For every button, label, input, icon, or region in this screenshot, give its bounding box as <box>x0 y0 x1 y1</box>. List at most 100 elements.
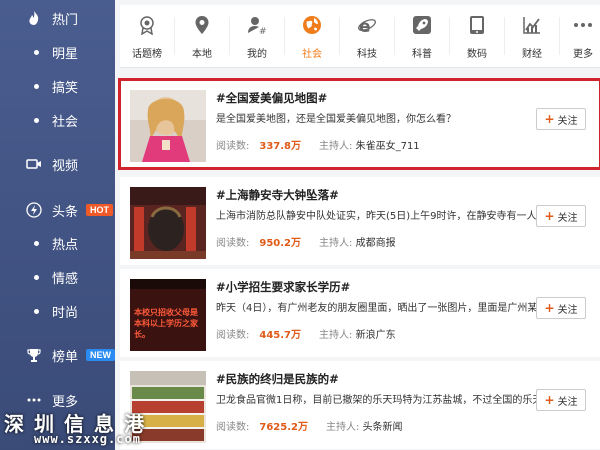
topic-description: 昨天（4日），有广州老友的朋友圈里面，晒出了一张图片，里面是广州某... <box>216 303 546 314</box>
video-icon <box>26 156 42 172</box>
tab-digital[interactable]: 数码 <box>450 5 504 67</box>
new-badge: NEW <box>86 349 115 361</box>
tab-label: 社会 <box>302 49 322 60</box>
tab-topics[interactable]: 话题榜 <box>120 5 174 67</box>
more-dots-icon <box>574 23 592 27</box>
sidebar-item-society[interactable]: 社会 <box>0 105 115 135</box>
sidebar-item-hot[interactable]: 热门 <box>0 3 115 33</box>
topic-description: 卫龙食品官微1日称，目前已撤架的乐天玛特为江苏盐城，不过全国的乐天... <box>216 395 546 406</box>
sidebar-item-video[interactable]: 视频 <box>0 149 115 179</box>
bullet-icon <box>34 118 39 123</box>
bullet-icon <box>34 275 39 280</box>
follow-button[interactable]: + 关注 <box>536 205 586 227</box>
topic-description: 上海市消防总队静安中队处证实，昨天(5日)上午9时许，在静安寺有一人... <box>216 211 546 222</box>
chart-icon <box>523 17 540 34</box>
host-label: 主持人: <box>319 141 353 152</box>
topic-title[interactable]: #全国爱美偏见地图# <box>216 90 327 106</box>
tab-mine[interactable]: # 我的 <box>230 5 284 67</box>
tab-label: 我的 <box>247 49 267 60</box>
read-count: 7625.2万 <box>259 422 308 433</box>
follow-label: 关注 <box>557 212 578 224</box>
medal-icon <box>140 16 154 35</box>
host-name[interactable]: 头条新闻 <box>363 422 403 433</box>
sidebar: 热门 明星 搞笑 社会 视频 头条 HOT 热点 情感 时尚 榜单 NEW 更多 <box>0 0 115 450</box>
read-count: 445.7万 <box>259 330 302 341</box>
plus-icon: + <box>544 209 555 223</box>
tab-finance[interactable]: 财经 <box>505 5 559 67</box>
sidebar-item-trending[interactable]: 热点 <box>0 228 115 258</box>
reads-label: 阅读数: <box>216 141 250 152</box>
follow-button[interactable]: + 关注 <box>536 108 586 130</box>
ie-icon: e <box>358 17 376 35</box>
topic-card[interactable]: #民族的终归是民族的# 卫龙食品官微1日称，目前已撤架的乐天玛特为江苏盐城，不过… <box>120 361 600 449</box>
reads-label: 阅读数: <box>216 238 250 249</box>
topic-card[interactable]: #上海静安寺大钟坠落# 上海市消防总队静安中队处证实，昨天(5日)上午9时许，在… <box>120 177 600 265</box>
follow-button[interactable]: + 关注 <box>536 297 586 319</box>
host-label: 主持人: <box>319 238 353 249</box>
tab-label: 科普 <box>412 49 432 60</box>
tab-label: 财经 <box>522 49 542 60</box>
plus-icon: + <box>544 112 555 126</box>
topic-thumbnail <box>130 187 206 259</box>
host-name[interactable]: 朱雀巫女_711 <box>356 141 420 152</box>
tab-science[interactable]: 科普 <box>395 5 449 67</box>
bullet-icon <box>34 309 39 314</box>
svg-text:#: # <box>259 27 267 35</box>
sidebar-item-label: 热点 <box>52 237 79 253</box>
sidebar-item-label: 视频 <box>52 158 79 174</box>
tab-technology[interactable]: e 科技 <box>340 5 394 67</box>
tab-label: 话题榜 <box>132 49 162 60</box>
topic-card[interactable]: #全国爱美偏见地图# 是全国爱美地图，还是全国爱美偏见地图，你怎么看？ 阅读数:… <box>118 78 600 170</box>
host-name[interactable]: 新浪广东 <box>356 330 396 341</box>
read-count: 337.8万 <box>259 141 302 152</box>
watermark-url: www.szxxg.com <box>34 432 141 446</box>
follow-label: 关注 <box>557 115 578 127</box>
topic-title[interactable]: #小学招生要求家长学历# <box>216 279 350 295</box>
tab-local[interactable]: 本地 <box>175 5 229 67</box>
trophy-icon <box>26 347 42 363</box>
user-hashtag-icon: # <box>248 17 267 35</box>
host-label: 主持人: <box>319 330 353 341</box>
plus-icon: + <box>544 393 555 407</box>
sidebar-item-label: 热门 <box>52 12 79 28</box>
read-count: 950.2万 <box>259 238 302 249</box>
topic-meta: 阅读数: 950.2万 主持人: 成都商报 <box>216 234 396 249</box>
topic-description: 是全国爱美地图，还是全国爱美偏见地图，你怎么看？ <box>216 114 456 125</box>
thumbnail-caption: 本校只招收父母是本科以上学历之家长。 <box>134 308 198 339</box>
host-name[interactable]: 成都商报 <box>356 238 396 249</box>
category-nav: 话题榜 本地 # 我的 社会 e 科技 科普 数码 财经 更多 <box>120 5 600 68</box>
sidebar-item-rankings[interactable]: 榜单 NEW <box>0 340 115 370</box>
sidebar-item-label: 榜单 <box>52 349 79 365</box>
sidebar-item-funny[interactable]: 搞笑 <box>0 71 115 101</box>
sidebar-item-label: 搞笑 <box>52 80 79 96</box>
sidebar-item-label: 头条 <box>52 204 79 220</box>
sidebar-item-label: 明星 <box>52 46 79 62</box>
sidebar-item-headlines[interactable]: 头条 HOT <box>0 195 115 225</box>
tab-more[interactable]: 更多 <box>556 5 600 67</box>
bullet-icon <box>34 84 39 89</box>
sidebar-item-stars[interactable]: 明星 <box>0 37 115 67</box>
sidebar-item-label: 情感 <box>52 271 79 287</box>
plus-icon: + <box>544 301 555 315</box>
topic-thumbnail <box>130 90 206 162</box>
tab-label: 本地 <box>192 49 212 60</box>
follow-label: 关注 <box>557 396 578 408</box>
tab-label: 科技 <box>357 49 377 60</box>
bullet-icon <box>34 241 39 246</box>
topic-title[interactable]: #民族的终归是民族的# <box>216 371 339 387</box>
location-pin-icon <box>195 16 209 34</box>
tab-society[interactable]: 社会 <box>285 5 339 67</box>
sidebar-item-emotion[interactable]: 情感 <box>0 262 115 292</box>
follow-button[interactable]: + 关注 <box>536 389 586 411</box>
reads-label: 阅读数: <box>216 330 250 341</box>
tab-label: 更多 <box>573 49 593 60</box>
topic-title[interactable]: #上海静安寺大钟坠落# <box>216 187 339 203</box>
sidebar-item-label: 时尚 <box>52 305 79 321</box>
topic-meta: 阅读数: 337.8万 主持人: 朱雀巫女_711 <box>216 137 420 152</box>
sidebar-item-fashion[interactable]: 时尚 <box>0 296 115 326</box>
topic-thumbnail: 本校只招收父母是本科以上学历之家长。 <box>130 279 206 351</box>
hot-badge: HOT <box>86 204 113 216</box>
topic-meta: 阅读数: 445.7万 主持人: 新浪广东 <box>216 326 396 341</box>
topic-card[interactable]: 本校只招收父母是本科以上学历之家长。 #小学招生要求家长学历# 昨天（4日），有… <box>120 269 600 357</box>
fire-icon <box>26 10 42 26</box>
